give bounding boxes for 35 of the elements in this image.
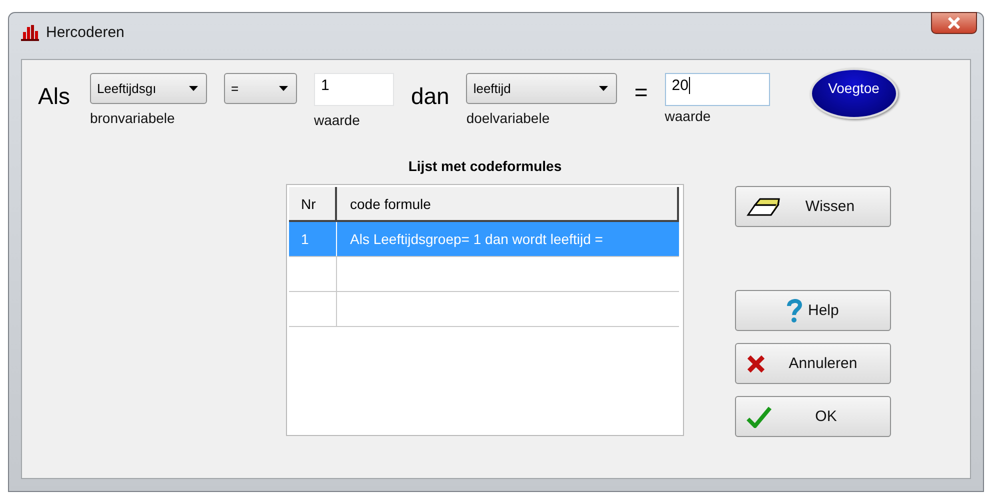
if-label: Als	[38, 83, 70, 110]
window-title: Hercoderen	[46, 24, 124, 40]
column-header[interactable]: Nr	[289, 187, 337, 220]
table-row[interactable]	[289, 257, 679, 292]
dropdown[interactable]: =	[224, 73, 297, 104]
checkmark-icon	[746, 406, 772, 428]
dialog-button[interactable]: Annuleren	[735, 343, 891, 384]
dialog-button[interactable]: Help	[735, 290, 891, 331]
chart-icon	[20, 23, 40, 41]
field-label: waarde	[314, 112, 361, 128]
dialog-button[interactable]: Wissen	[735, 186, 891, 227]
caret-icon	[278, 86, 288, 91]
close-icon	[947, 17, 961, 29]
caret-icon	[188, 86, 198, 91]
question-mark-icon	[786, 298, 802, 322]
equals-label: =	[634, 79, 648, 106]
input-field[interactable]: 1	[314, 73, 394, 106]
dialog-button[interactable]: OK	[735, 396, 891, 437]
dropdown[interactable]: Leeftijdsgı	[90, 73, 207, 104]
close-button[interactable]	[931, 12, 977, 34]
table-row[interactable]	[289, 292, 679, 327]
input-field[interactable]: 20	[664, 73, 770, 106]
table-cell: Als Leeftijdsgroep= 1 dan wordt leeftijd =	[350, 231, 603, 247]
add-button[interactable]: Voegtoe	[810, 68, 898, 119]
caret-icon	[599, 86, 608, 91]
then-label: dan	[410, 83, 450, 110]
list-title: Lijst met codeformules	[408, 158, 562, 174]
table-cell: 1	[301, 231, 309, 247]
dropdown[interactable]: leeftijd	[466, 73, 618, 104]
eraser-icon	[746, 196, 780, 216]
column-header[interactable]: code formule	[337, 187, 677, 220]
field-label: bronvariabele	[90, 110, 176, 126]
field-label: waarde	[664, 108, 712, 124]
field-label: doelvariabele	[466, 110, 551, 126]
cross-icon	[746, 354, 766, 374]
